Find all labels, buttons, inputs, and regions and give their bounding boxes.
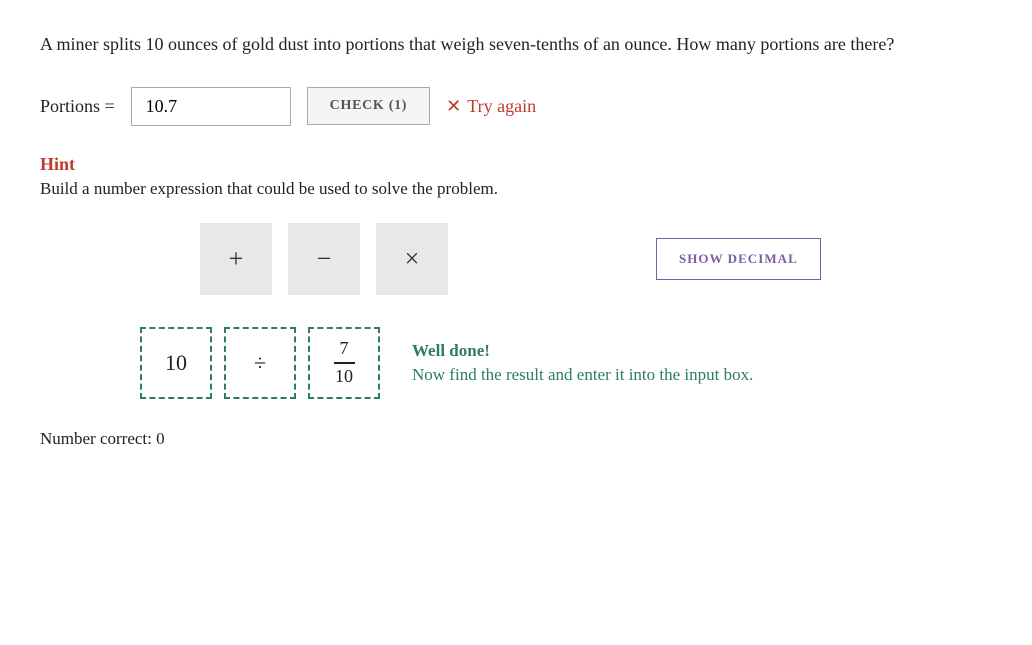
x-icon: ✕: [446, 96, 461, 117]
now-find-text: Now find the result and enter it into th…: [412, 365, 753, 385]
expression-operator-value: ÷: [254, 350, 266, 376]
number-correct: Number correct: 0: [40, 429, 992, 449]
check-button[interactable]: CHECK (1): [307, 87, 430, 125]
problem-text: A miner splits 10 ounces of gold dust in…: [40, 30, 992, 59]
portions-label: Portions =: [40, 96, 115, 117]
operator-show-row: + − × SHOW DECIMAL: [40, 223, 992, 295]
try-again[interactable]: ✕ Try again: [446, 96, 536, 117]
answer-row: Portions = CHECK (1) ✕ Try again: [40, 87, 992, 126]
minus-button[interactable]: −: [288, 223, 360, 295]
expression-operator-box[interactable]: ÷: [224, 327, 296, 399]
hint-label: Hint: [40, 154, 992, 175]
fraction-numerator: 7: [334, 338, 355, 364]
expression-fraction-box[interactable]: 7 10: [308, 327, 380, 399]
show-decimal-button[interactable]: SHOW DECIMAL: [656, 238, 821, 280]
hint-text: Build a number expression that could be …: [40, 179, 992, 199]
try-again-label: Try again: [467, 96, 536, 117]
plus-button[interactable]: +: [200, 223, 272, 295]
hint-section: Hint Build a number expression that coul…: [40, 154, 992, 199]
well-done-text: Well done!: [412, 341, 753, 361]
answer-input[interactable]: [131, 87, 291, 126]
expression-left-box[interactable]: 10: [140, 327, 212, 399]
fraction-denominator: 10: [329, 364, 359, 388]
expression-row: 10 ÷ 7 10 Well done! Now find the result…: [140, 327, 992, 399]
expression-left-value: 10: [165, 350, 187, 376]
times-button[interactable]: ×: [376, 223, 448, 295]
operator-buttons-group: + − ×: [200, 223, 456, 295]
well-done-section: Well done! Now find the result and enter…: [412, 341, 753, 385]
